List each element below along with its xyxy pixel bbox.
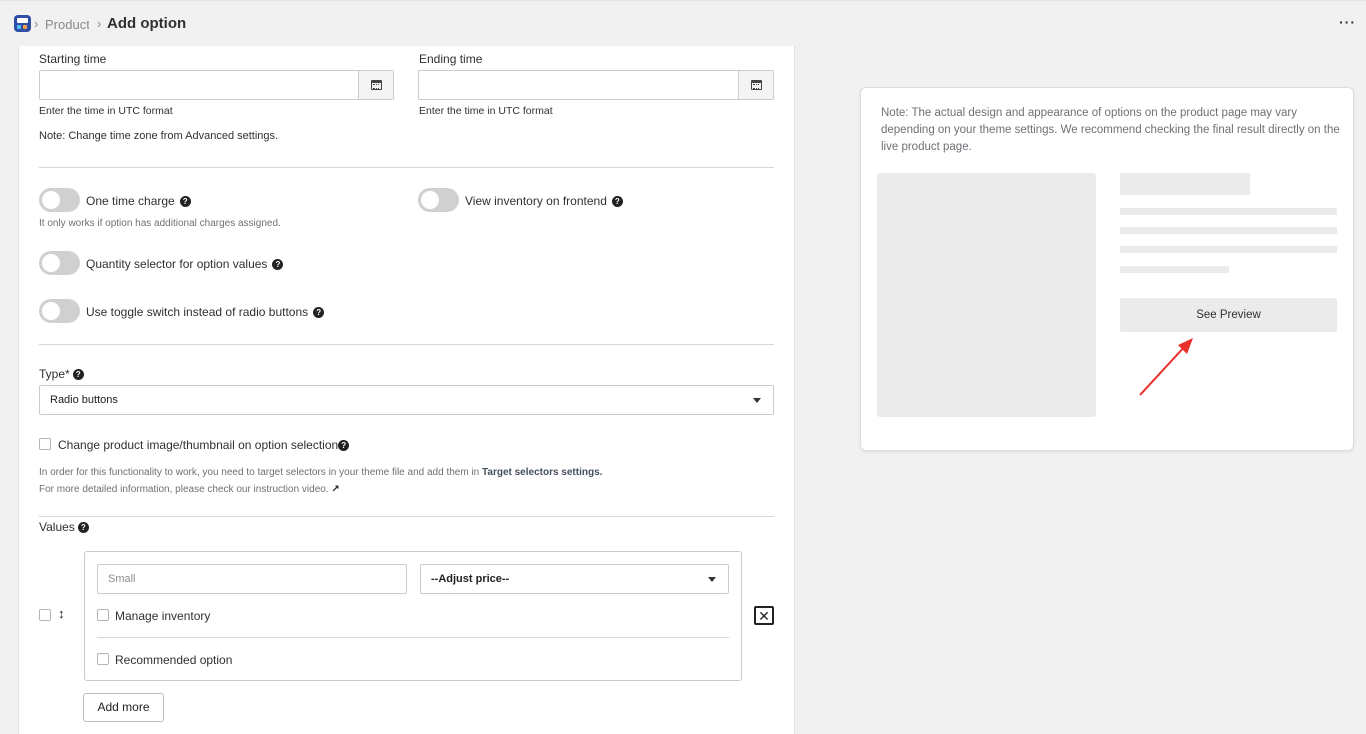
chevron-right-icon: › bbox=[34, 16, 39, 31]
text-line-placeholder bbox=[1120, 246, 1337, 253]
starting-time-label: Starting time bbox=[39, 52, 107, 66]
toggle-switch-toggle[interactable] bbox=[39, 299, 80, 323]
external-link-icon[interactable]: ↗ bbox=[331, 484, 339, 495]
option-form-panel: Starting time Enter the time in UTC form… bbox=[18, 46, 795, 734]
text-line-placeholder bbox=[1120, 266, 1229, 273]
calendar-icon bbox=[370, 80, 382, 90]
adjust-price-value: --Adjust price-- bbox=[431, 573, 510, 585]
manage-inventory-label: Manage inventory bbox=[115, 609, 211, 623]
starting-time-hint: Enter the time in UTC format bbox=[39, 105, 173, 117]
values-label: Values? bbox=[39, 520, 89, 534]
type-selected-value: Radio buttons bbox=[50, 394, 118, 406]
annotation-arrow-icon bbox=[1139, 338, 1193, 396]
ending-time-label: Ending time bbox=[419, 52, 483, 66]
starting-time-input[interactable] bbox=[39, 70, 394, 100]
divider bbox=[39, 516, 774, 517]
text-line-placeholder bbox=[1120, 208, 1337, 215]
one-time-charge-hint: It only works if option has additional c… bbox=[39, 218, 281, 229]
help-icon[interactable]: ? bbox=[338, 440, 350, 452]
value-row-checkbox[interactable] bbox=[39, 609, 51, 621]
change-image-label: Change product image/thumbnail on option… bbox=[58, 438, 350, 452]
manage-inventory-checkbox[interactable] bbox=[97, 609, 109, 621]
starting-time-calendar-button[interactable] bbox=[358, 71, 393, 99]
more-actions-button[interactable]: ··· bbox=[1339, 14, 1356, 30]
help-icon[interactable]: ? bbox=[272, 259, 284, 271]
text-line-placeholder bbox=[1120, 227, 1337, 234]
preview-note: Note: The actual design and appearance o… bbox=[881, 107, 1340, 153]
chevron-down-icon bbox=[708, 577, 716, 582]
divider bbox=[39, 344, 774, 345]
help-icon[interactable]: ? bbox=[77, 522, 89, 534]
ending-time-hint: Enter the time in UTC format bbox=[419, 105, 553, 117]
chevron-right-icon: › bbox=[97, 16, 102, 31]
quantity-selector-toggle[interactable] bbox=[39, 251, 80, 275]
help-icon[interactable]: ? bbox=[611, 196, 623, 208]
type-select[interactable]: Radio buttons bbox=[39, 385, 774, 415]
top-bar: › Products › Add option ··· bbox=[0, 0, 1366, 46]
page-title: Add option bbox=[107, 15, 187, 32]
instruction-video-note: For more detailed information, please ch… bbox=[39, 484, 340, 495]
value-name-placeholder: Small bbox=[108, 573, 136, 585]
quantity-selector-label: Quantity selector for option values? bbox=[86, 257, 284, 271]
selector-note: In order for this functionality to work,… bbox=[39, 467, 603, 478]
preview-card: Note: The actual design and appearance o… bbox=[860, 87, 1354, 451]
target-selectors-link[interactable]: Target selectors settings. bbox=[482, 467, 602, 478]
ending-time-calendar-button[interactable] bbox=[738, 71, 773, 99]
calendar-icon bbox=[750, 80, 762, 90]
one-time-charge-label: One time charge? bbox=[86, 194, 191, 208]
view-inventory-label: View inventory on frontend? bbox=[465, 194, 623, 208]
adjust-price-select[interactable]: --Adjust price-- bbox=[420, 564, 729, 594]
one-time-charge-toggle[interactable] bbox=[39, 188, 80, 212]
divider bbox=[97, 637, 729, 638]
image-placeholder bbox=[877, 173, 1096, 417]
view-inventory-toggle[interactable] bbox=[418, 188, 459, 212]
value-item: Small --Adjust price-- Manage inventory … bbox=[84, 551, 742, 681]
type-label: Type*? bbox=[39, 367, 84, 381]
help-icon[interactable]: ? bbox=[313, 307, 325, 319]
timezone-note: Note: Change time zone from Advanced set… bbox=[39, 130, 279, 142]
help-icon[interactable]: ? bbox=[179, 196, 191, 208]
recommended-option-label: Recommended option bbox=[115, 653, 233, 667]
divider bbox=[39, 167, 774, 168]
drag-handle-icon[interactable]: ↕ bbox=[58, 606, 65, 621]
chevron-down-icon bbox=[753, 398, 761, 403]
toggle-switch-label: Use toggle switch instead of radio butto… bbox=[86, 305, 325, 319]
app-logo-icon[interactable] bbox=[14, 15, 31, 32]
ending-time-input[interactable] bbox=[418, 70, 774, 100]
close-icon: ✕ bbox=[758, 607, 770, 624]
breadcrumb-products[interactable]: Products bbox=[45, 17, 89, 32]
help-icon[interactable]: ? bbox=[72, 369, 84, 381]
change-image-checkbox[interactable] bbox=[39, 438, 51, 450]
remove-value-button[interactable]: ✕ bbox=[754, 606, 774, 625]
add-more-button[interactable]: Add more bbox=[83, 693, 164, 722]
recommended-option-checkbox[interactable] bbox=[97, 653, 109, 665]
value-name-input[interactable]: Small bbox=[97, 564, 407, 594]
see-preview-button[interactable]: See Preview bbox=[1120, 298, 1337, 332]
title-placeholder bbox=[1120, 173, 1250, 195]
